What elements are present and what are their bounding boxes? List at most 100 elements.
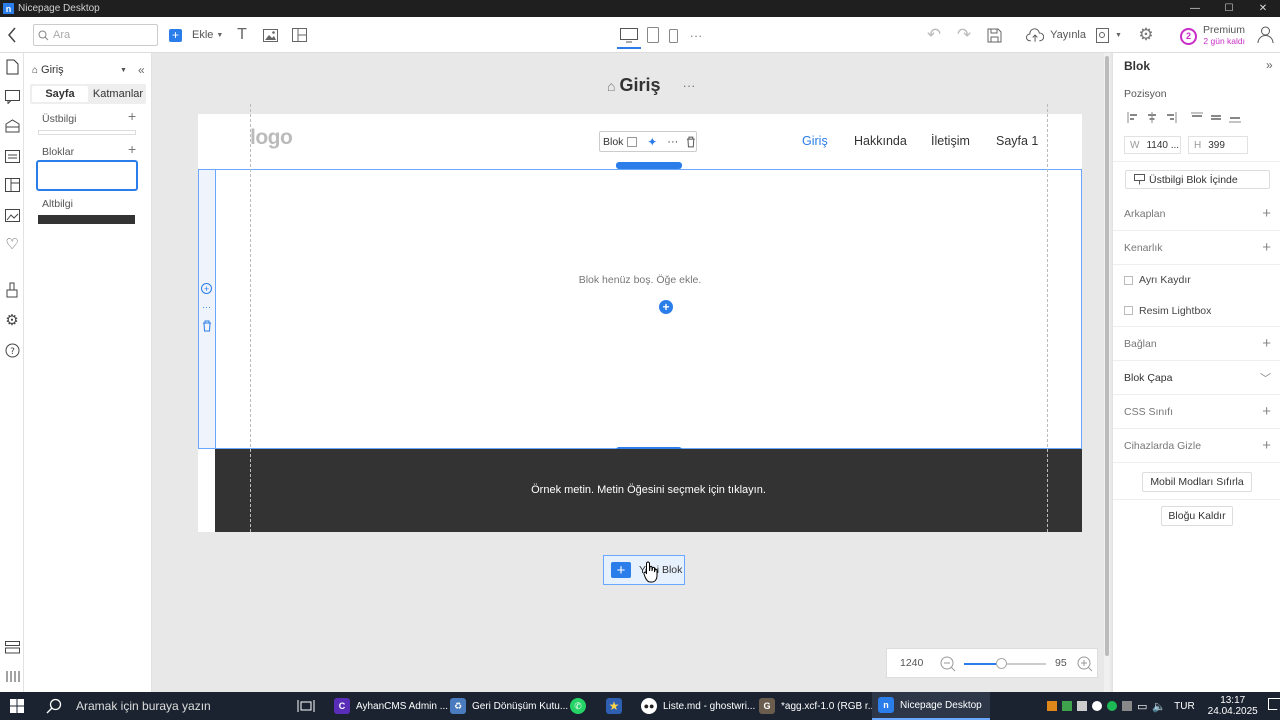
save-icon[interactable] xyxy=(985,26,1003,44)
templates-icon[interactable] xyxy=(4,177,20,193)
taskbar-app-browser[interactable]: C AyhanCMS Admin ... xyxy=(334,692,448,720)
block-thumbnail-selected[interactable] xyxy=(36,160,138,191)
system-clock[interactable]: 13:17 24.04.2025 xyxy=(1208,695,1258,717)
undo-icon[interactable]: ↶ xyxy=(925,25,943,44)
selected-empty-block[interactable]: + xyxy=(215,169,1082,449)
block-more-icon[interactable]: ··· xyxy=(667,136,678,148)
settings-gear-icon[interactable]: ⚙ xyxy=(1137,25,1155,44)
link-row[interactable]: Bağlan + xyxy=(1113,327,1280,361)
premium-badge[interactable]: 2 Premium 2 gün kaldı xyxy=(1180,23,1250,49)
columns-panel-icon[interactable] xyxy=(4,668,20,684)
more-devices-icon[interactable]: ··· xyxy=(688,26,704,44)
layout-grid-icon[interactable] xyxy=(291,26,307,44)
tray-app-icon[interactable] xyxy=(1122,701,1132,711)
align-left-icon[interactable] xyxy=(1127,112,1139,123)
tab-katmanlar[interactable]: Katmanlar xyxy=(90,84,146,104)
block-resize-handle-top[interactable] xyxy=(616,162,682,169)
page-selector[interactable]: ⌂ Giriş ▼ « xyxy=(32,61,152,79)
footer-sample-text[interactable]: Örnek metin. Metin Öğesini seçmek için t… xyxy=(215,484,1082,496)
border-row[interactable]: Kenarlık + xyxy=(1113,231,1280,265)
taskbar-app-gimp[interactable]: G *agg.xcf-1.0 (RGB r... xyxy=(759,692,876,720)
layers-panel-icon[interactable] xyxy=(4,639,20,655)
add-css-class-plus-icon[interactable]: + xyxy=(1262,403,1271,420)
page-options-icon[interactable]: ··· xyxy=(683,78,696,93)
notifications-icon[interactable]: 3 xyxy=(1267,698,1280,714)
add-block-plus-icon[interactable]: + xyxy=(128,141,136,157)
pages-icon[interactable] xyxy=(4,59,20,75)
canvas-width-value[interactable]: 1240 xyxy=(900,657,923,669)
volume-icon[interactable]: 🔈 xyxy=(1152,700,1166,713)
separate-scroll-row[interactable]: Ayrı Kaydır xyxy=(1113,265,1280,295)
header-in-block-button[interactable]: Üstbilgi Blok İçinde xyxy=(1125,170,1270,189)
tab-sayfa[interactable]: Sayfa xyxy=(32,86,88,102)
hide-on-devices-row[interactable]: Cihazlarda Gizle + xyxy=(1113,429,1280,463)
separate-scroll-checkbox[interactable] xyxy=(1124,275,1133,285)
close-window-button[interactable]: ✕ xyxy=(1246,0,1280,17)
design-canvas[interactable]: ⌂ Giriş ··· logo Blok ✦ ··· Giriş Hakkın… xyxy=(152,53,1110,692)
anchor-row[interactable]: Blok Çapa ﹀ xyxy=(1113,361,1280,395)
blog-icon[interactable] xyxy=(4,148,20,164)
taskbar-app-ghostwriter[interactable]: ●● Liste.md - ghostwri... xyxy=(641,692,755,720)
user-account-icon[interactable] xyxy=(1256,25,1274,45)
remove-block-button[interactable]: Bloğu Kaldır xyxy=(1161,506,1233,526)
align-right-icon[interactable] xyxy=(1165,112,1177,123)
width-field[interactable]: W 1140 ... xyxy=(1124,136,1181,154)
add-background-plus-icon[interactable]: + xyxy=(1262,205,1271,222)
block-side-more-icon[interactable]: ··· xyxy=(202,302,211,312)
task-view-icon[interactable] xyxy=(297,692,315,720)
block-side-delete-icon[interactable] xyxy=(202,320,212,335)
maximize-button[interactable]: ☐ xyxy=(1212,0,1246,17)
taskbar-app-nicepage[interactable]: n Nicepage Desktop xyxy=(872,692,990,720)
add-link-plus-icon[interactable]: + xyxy=(1262,335,1271,352)
taskbar-app-star[interactable]: ★ xyxy=(606,692,628,720)
zoom-out-icon[interactable] xyxy=(940,656,956,672)
input-language[interactable]: TUR xyxy=(1174,701,1195,712)
canvas-scrollbar[interactable] xyxy=(1104,53,1110,692)
add-header-plus-icon[interactable]: + xyxy=(128,108,136,124)
align-middle-icon[interactable] xyxy=(1210,112,1222,123)
help-icon[interactable]: ? xyxy=(4,342,20,358)
site-footer[interactable]: Örnek metin. Metin Öğesini seçmek için t… xyxy=(215,449,1082,532)
theme-brush-icon[interactable] xyxy=(4,282,20,298)
back-arrow-icon[interactable] xyxy=(4,26,20,44)
header-thumbnail[interactable] xyxy=(38,130,136,135)
collapse-right-panel-icon[interactable]: » xyxy=(1266,58,1273,72)
favorites-heart-icon[interactable]: ♡ xyxy=(4,236,20,253)
windows-start-button[interactable] xyxy=(10,692,24,720)
tray-app-icon[interactable] xyxy=(1092,701,1102,711)
align-bottom-icon[interactable] xyxy=(1229,112,1241,123)
zoom-slider-knob[interactable] xyxy=(995,658,1007,669)
store-icon[interactable] xyxy=(4,118,20,134)
redo-icon[interactable]: ↷ xyxy=(955,25,973,44)
tray-app-icon[interactable] xyxy=(1062,701,1072,711)
zoom-percent-value[interactable]: 95 xyxy=(1055,657,1067,669)
canvas-scrollbar-thumb[interactable] xyxy=(1105,56,1109,656)
phone-view-icon[interactable] xyxy=(665,27,681,45)
collapse-panel-icon[interactable]: « xyxy=(138,63,145,77)
add-hide-on-devices-plus-icon[interactable]: + xyxy=(1262,437,1271,454)
tray-app-icon[interactable] xyxy=(1047,701,1057,711)
taskbar-app-whatsapp[interactable]: ✆ xyxy=(570,692,592,720)
nav-link-iletisim[interactable]: İletişim xyxy=(931,134,970,148)
nav-link-giris[interactable]: Giriş xyxy=(802,134,828,148)
lightbox-checkbox[interactable] xyxy=(1124,306,1133,315)
tray-app-icon[interactable] xyxy=(1077,701,1087,711)
zoom-slider[interactable] xyxy=(964,658,1046,669)
height-field[interactable]: H 399 xyxy=(1188,136,1248,154)
add-border-plus-icon[interactable]: + xyxy=(1262,239,1271,256)
tray-spotify-icon[interactable] xyxy=(1107,701,1117,711)
background-row[interactable]: Arkaplan + xyxy=(1113,197,1280,231)
tablet-view-icon[interactable] xyxy=(645,26,661,44)
nav-link-hakkinda[interactable]: Hakkında xyxy=(854,134,907,148)
text-tool-icon[interactable]: T xyxy=(234,26,250,44)
search-input[interactable]: Ara xyxy=(33,24,158,46)
footer-thumbnail[interactable] xyxy=(38,215,135,224)
css-class-row[interactable]: CSS Sınıfı + xyxy=(1113,395,1280,429)
zoom-in-icon[interactable] xyxy=(1077,656,1093,672)
site-header[interactable]: logo Blok ✦ ··· Giriş Hakkında İletişim … xyxy=(198,114,1082,169)
add-element-plus-icon[interactable]: + xyxy=(659,300,673,314)
taskbar-app-recycle-bin[interactable]: ♻ Geri Dönüşüm Kutu... xyxy=(450,692,568,720)
align-top-icon[interactable] xyxy=(1191,112,1203,123)
comments-icon[interactable] xyxy=(4,89,20,105)
align-center-icon[interactable] xyxy=(1146,112,1158,123)
